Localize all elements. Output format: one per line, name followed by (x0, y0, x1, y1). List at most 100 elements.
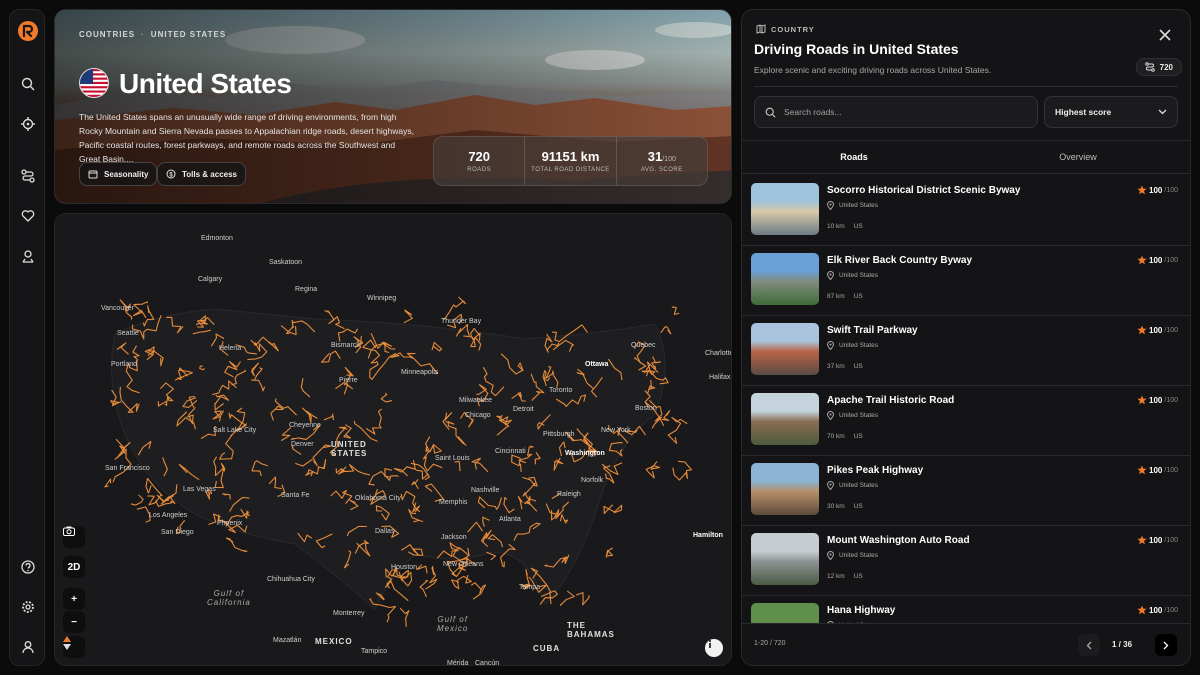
map-label-quebec: Quebec (631, 342, 656, 349)
road-list-item[interactable]: Swift Trail Parkway United States 37 km U… (742, 316, 1190, 386)
map-label-chihuahua: Chihuahua City (267, 576, 315, 583)
road-meta: 10 km US (827, 223, 872, 230)
road-distance: 12 km (827, 573, 845, 580)
map-label-raleigh: Raleigh (557, 491, 581, 498)
panel-title: Driving Roads in United States (754, 41, 959, 57)
zoom-out-button[interactable]: − (63, 611, 85, 633)
gear-icon[interactable] (18, 597, 38, 617)
map-label-mexico: MEXICO (315, 637, 353, 646)
road-thumbnail (751, 323, 819, 375)
stat-distance: 91151 km TOTAL ROAD DISTANCE (525, 137, 617, 185)
map-label-saskatoon: Saskatoon (269, 259, 303, 266)
stat-roads-label: ROADS (467, 167, 492, 173)
map-label-merida: Mérida (447, 660, 469, 666)
map-label-new-orleans: New Orleans (443, 561, 484, 568)
road-thumbnail (751, 533, 819, 585)
map-label-vancouver: Vancouver (101, 305, 134, 312)
road-country-code: US (853, 433, 863, 440)
pagination-footer: 1-20 / 720 1 / 36 (742, 623, 1190, 665)
app-logo-icon[interactable] (17, 20, 39, 42)
road-name: Swift Trail Parkway (827, 325, 918, 336)
road-country: United States (839, 272, 879, 279)
map-label-milwaukee: Milwaukee (459, 397, 493, 404)
road-distance: 30 km (827, 503, 845, 510)
zoom-in-button[interactable]: + (63, 588, 85, 610)
map-label-monterrey: Monterrey (333, 610, 365, 617)
map-label-tampa: Tampa (519, 584, 541, 591)
panel-kicker: COUNTRY (756, 24, 815, 34)
road-list-item[interactable]: Pikes Peak Highway United States 30 km US… (742, 456, 1190, 526)
road-score: 100/100 (1137, 325, 1178, 335)
road-location: United States (827, 201, 878, 210)
map-label-helena: Helena (219, 345, 242, 352)
chevron-down-icon (1158, 109, 1167, 115)
map-label-san-diego: San Diego (161, 529, 194, 536)
road-name: Apache Trail Historic Road (827, 395, 955, 406)
road-list-item[interactable]: Hana Highway United States 100/100 (742, 596, 1190, 624)
search-input[interactable] (784, 107, 1024, 117)
roads-panel: COUNTRY Driving Roads in United States E… (741, 9, 1191, 666)
stat-roads: 720 ROADS (434, 137, 526, 185)
road-country: United States (839, 482, 879, 489)
search-icon[interactable] (18, 74, 38, 94)
camera-button[interactable] (63, 526, 85, 548)
map-label-cheyenne: Cheyenne (289, 422, 321, 429)
breadcrumb: COUNTRIES · UNITED STATES (79, 30, 227, 39)
map-label-gulf-mexico: Gulf of Mexico (437, 615, 469, 633)
star-icon (1137, 185, 1147, 195)
breadcrumb-countries[interactable]: COUNTRIES (79, 30, 135, 39)
seasonality-chip[interactable]: Seasonality (79, 162, 158, 186)
road-search[interactable] (754, 96, 1038, 128)
next-page-button[interactable] (1155, 634, 1177, 656)
stat-score: 31/100 AVG. SCORE (617, 137, 707, 185)
profile-location-icon[interactable] (18, 246, 38, 266)
road-list-item[interactable]: Mount Washington Auto Road United States… (742, 526, 1190, 596)
close-icon[interactable] (1158, 28, 1172, 42)
road-list-item[interactable]: Socorro Historical District Scenic Byway… (742, 176, 1190, 246)
tab-roads[interactable]: Roads (742, 141, 966, 173)
star-icon (1137, 535, 1147, 545)
prev-page-button[interactable] (1078, 634, 1100, 656)
map-label-denver: Denver (291, 441, 314, 448)
search-icon (765, 107, 776, 118)
road-country-code: US (853, 293, 863, 300)
heart-icon[interactable] (18, 206, 38, 226)
road-meta: 37 km US (827, 363, 872, 370)
seasonality-label: Seasonality (104, 169, 149, 179)
star-icon (1137, 325, 1147, 335)
stat-score-value: 31 (647, 149, 663, 164)
location-pin-icon (827, 481, 834, 490)
road-score: 100/100 (1137, 465, 1178, 475)
map-label-united-states: UNITED STATES (331, 440, 368, 458)
tolls-access-chip[interactable]: $ Tolls & access (157, 162, 246, 186)
road-list-item[interactable]: Apache Trail Historic Road United States… (742, 386, 1190, 456)
compass-button[interactable] (63, 636, 85, 658)
target-icon[interactable] (18, 114, 38, 134)
road-list: Socorro Historical District Scenic Byway… (742, 176, 1190, 624)
roads-map[interactable]: Edmonton Saskatoon Calgary Regina Winnipeg Th… (54, 213, 732, 666)
road-location: United States (827, 481, 878, 490)
map-label-regina: Regina (295, 286, 318, 293)
tab-overview[interactable]: Overview (966, 141, 1190, 173)
country-title: United States (119, 68, 292, 99)
panel-tabs: Roads Overview (742, 140, 1190, 174)
camera-icon (63, 526, 75, 536)
user-icon[interactable] (18, 637, 38, 657)
map-mode-toggle[interactable]: 2D (63, 556, 85, 578)
stat-score-label: AVG. SCORE (640, 167, 683, 173)
map-label-seattle: Seattle (117, 330, 139, 337)
sort-select[interactable]: Highest score (1044, 96, 1178, 128)
road-network-layer (104, 296, 693, 627)
location-pin-icon (827, 341, 834, 350)
info-icon[interactable] (705, 639, 723, 657)
panel-subtitle: Explore scenic and exciting driving road… (754, 65, 992, 75)
road-score: 100/100 (1137, 535, 1178, 545)
road-score-max: /100 (1164, 606, 1178, 614)
map-label-santa-fe: Santa Fe (281, 492, 310, 499)
routes-icon[interactable] (18, 166, 38, 186)
road-list-item[interactable]: Elk River Back Country Byway United Stat… (742, 246, 1190, 316)
road-score-max: /100 (1164, 326, 1178, 334)
map-label-boston: Boston (635, 405, 657, 412)
map-label-portland: Portland (111, 361, 138, 368)
help-icon[interactable] (18, 557, 38, 577)
